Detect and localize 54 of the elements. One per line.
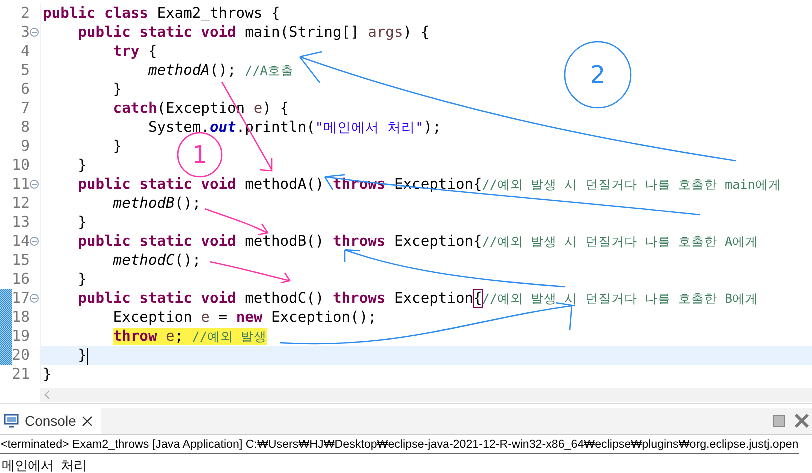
- close-icon[interactable]: [82, 416, 94, 426]
- circled-number-drawing: 1: [177, 132, 223, 178]
- fold-icon[interactable]: [30, 294, 39, 303]
- line-number: 8: [20, 118, 30, 137]
- fold-icon[interactable]: [30, 28, 39, 37]
- line-number: 5: [20, 61, 30, 80]
- change-marker: [0, 327, 12, 346]
- circled-number-drawing: 2: [564, 41, 632, 109]
- line-number: 7: [20, 99, 30, 118]
- line-number: 3: [20, 23, 30, 42]
- line-number: 11: [12, 175, 30, 194]
- change-marker: [0, 346, 12, 365]
- code-line: public class Exam2_throws {: [43, 5, 280, 22]
- console-output: 메인에서 처리: [1, 457, 88, 473]
- console-tab[interactable]: Console: [0, 408, 102, 434]
- code-line: public static void methodC() throws Exception{//예외 발생 시 던질거다 나를 호출한 B에게: [77, 290, 759, 307]
- line-number: 9: [20, 137, 30, 156]
- line-number: 4: [20, 42, 30, 61]
- line-number: 19: [12, 327, 30, 346]
- line-number: 2: [20, 4, 30, 23]
- line-number: 10: [12, 156, 30, 175]
- line-number: 16: [12, 270, 30, 289]
- code-line: }: [43, 366, 52, 383]
- monitor-icon: [4, 414, 19, 428]
- line-number: 21: [12, 365, 30, 384]
- line-number: 20: [12, 346, 30, 365]
- line-number: 6: [20, 80, 30, 99]
- terminate-icon[interactable]: [794, 413, 810, 429]
- code-line: public static void main(String[] args) {: [77, 24, 430, 41]
- fold-icon[interactable]: [30, 237, 39, 246]
- code-line: }: [112, 138, 122, 155]
- fold-icon[interactable]: [30, 180, 39, 189]
- code-line: methodC();: [112, 252, 202, 269]
- code-line: methodA(); //A호출: [147, 62, 294, 79]
- line-number: 15: [12, 251, 30, 270]
- code-line: }: [77, 214, 87, 231]
- code-line: }: [112, 81, 122, 98]
- console-status: <terminated> Exam2_throws [Java Application] C:₩Users₩HJ₩Desktop₩eclipse-java-2021-12-R-win32-x86_64₩eclipse₩plugins₩org.eclipse.justj.open: [0, 435, 799, 454]
- code-line: methodB();: [112, 195, 202, 212]
- line-number: 12: [12, 194, 30, 213]
- line-number: 14: [12, 232, 30, 251]
- minimize-icon[interactable]: [773, 414, 786, 428]
- code-line: try {: [112, 43, 158, 60]
- line-number: 18: [12, 308, 30, 327]
- horizontal-scrollbar[interactable]: [40, 388, 812, 402]
- line-number: 17: [12, 289, 30, 308]
- code-line: public static void methodB() throws Exception{//예외 발생 시 던질거다 나를 호출한 A에게: [77, 233, 759, 250]
- code-line: }: [77, 347, 88, 364]
- code-line: }: [77, 157, 87, 174]
- line-number: 13: [12, 213, 30, 232]
- change-marker: [0, 289, 12, 308]
- code-line: }: [77, 271, 87, 288]
- code-line: Exception e = new Exception();: [112, 309, 377, 326]
- change-marker: [0, 308, 12, 327]
